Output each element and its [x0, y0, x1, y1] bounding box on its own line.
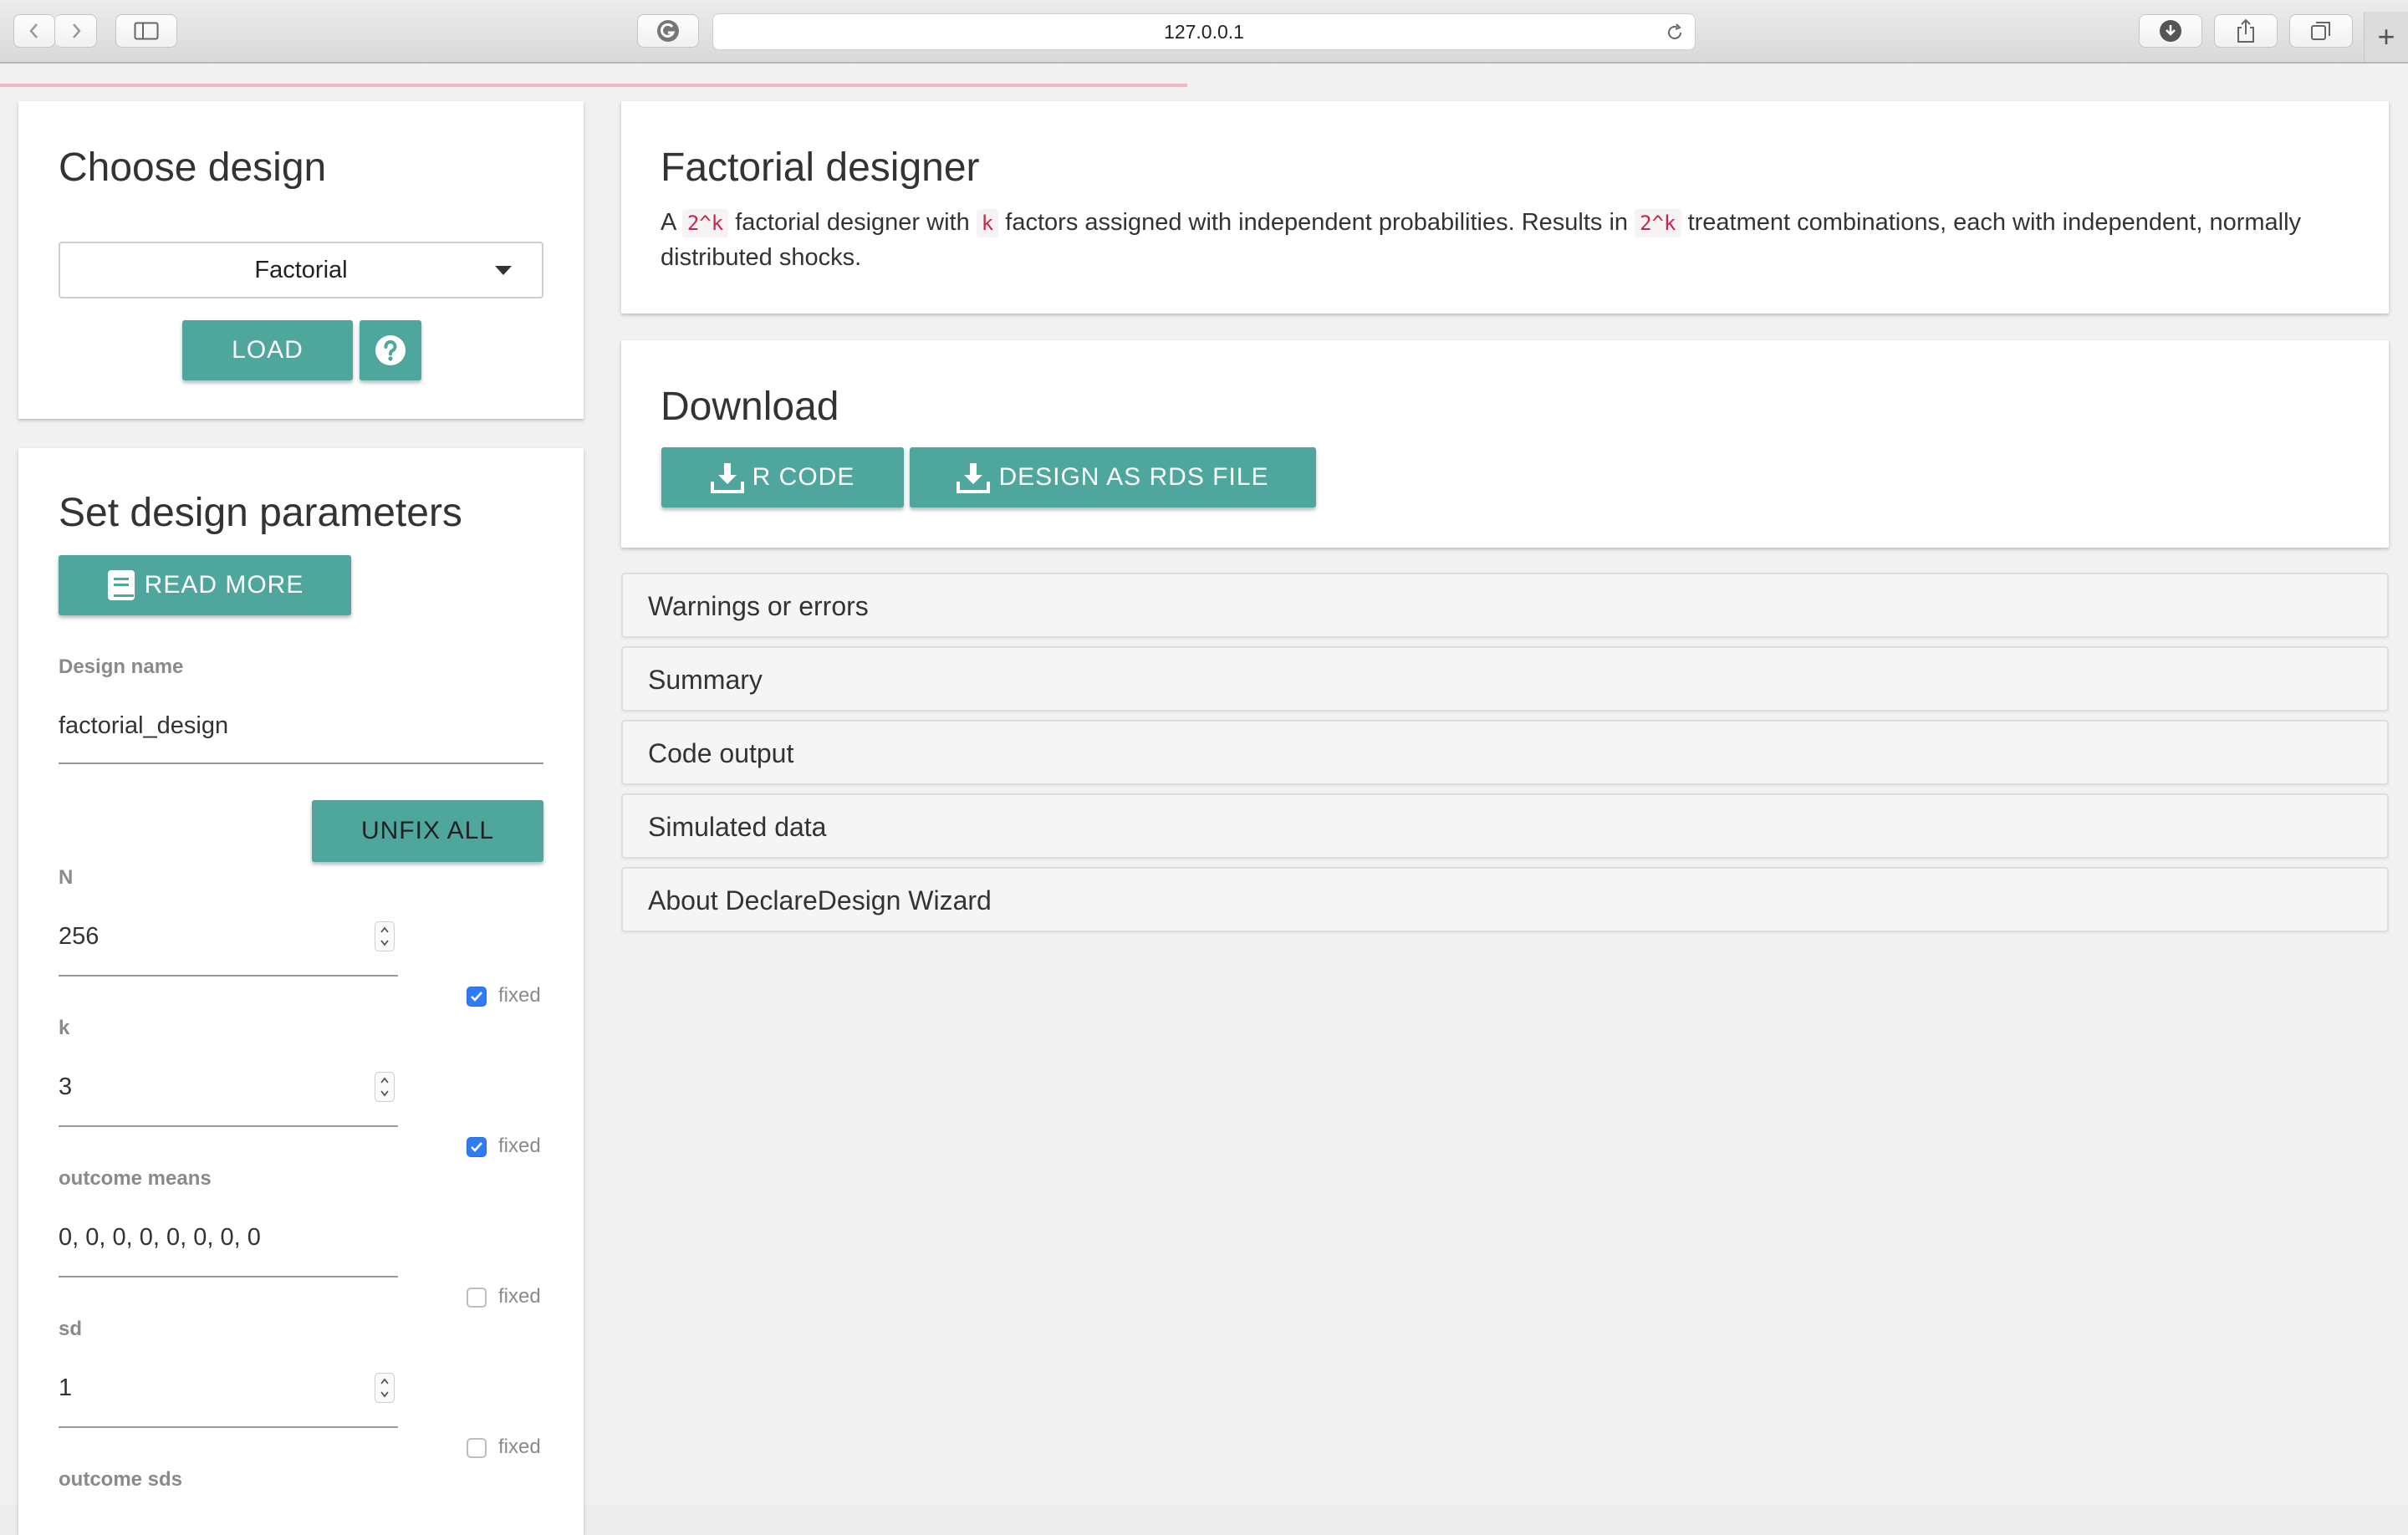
load-button-label: LOAD: [232, 336, 304, 364]
book-icon: [107, 570, 135, 600]
n-fixed-checkbox[interactable]: [467, 987, 487, 1007]
desc-text-1: A: [661, 209, 676, 236]
choose-design-card: Choose design Factorial LOAD: [18, 101, 584, 419]
grammarly-icon: [657, 20, 679, 42]
load-button[interactable]: LOAD: [182, 320, 353, 380]
download-icon: [957, 463, 991, 493]
parameters-title: Set design parameters: [59, 491, 462, 535]
panel-warnings[interactable]: Warnings or errors: [621, 573, 2389, 638]
outcome-means-fixed-checkbox[interactable]: [467, 1288, 487, 1308]
sd-label: sd: [59, 1318, 83, 1340]
panel-about[interactable]: About DeclareDesign Wizard: [621, 867, 2389, 932]
download-rds-button[interactable]: DESIGN AS RDS FILE: [910, 447, 1316, 507]
page-content: Choose design Factorial LOAD Set design …: [0, 64, 2408, 1535]
question-circle-icon: [375, 335, 406, 365]
share-icon: [2237, 18, 2254, 43]
downloads-button[interactable]: [2139, 14, 2202, 48]
design-name-label: Design name: [59, 655, 184, 678]
share-button[interactable]: [2214, 14, 2278, 48]
sidebar-toggle-button[interactable]: [115, 14, 177, 48]
stepper-arrows-icon: [380, 1077, 389, 1097]
outcome-means-underline: [59, 1276, 398, 1277]
stepper-arrows-icon: [380, 1378, 389, 1398]
download-icon: [2160, 20, 2181, 42]
forward-button[interactable]: [55, 14, 97, 48]
rds-label: DESIGN AS RDS FILE: [998, 463, 1269, 491]
panel-summary-title: Summary: [648, 665, 763, 695]
outcome-means-fixed-label: fixed: [498, 1285, 541, 1308]
panel-simulated-data-title: Simulated data: [648, 812, 827, 842]
unfix-all-label: UNFIX ALL: [360, 817, 495, 844]
extension-button[interactable]: [637, 14, 699, 48]
panel-code-output-title: Code output: [648, 738, 794, 768]
sd-underline: [59, 1426, 398, 1428]
outcome-means-input[interactable]: 0, 0, 0, 0, 0, 0, 0, 0: [59, 1224, 261, 1252]
read-more-label: READ MORE: [144, 571, 304, 599]
sd-fixed-checkbox[interactable]: [467, 1438, 487, 1458]
n-fixed-label: fixed: [498, 984, 541, 1007]
read-more-button[interactable]: READ MORE: [59, 555, 351, 615]
unfix-all-button[interactable]: UNFIX ALL: [312, 800, 543, 862]
n-stepper[interactable]: [375, 921, 395, 951]
page-load-progress: [0, 84, 1187, 87]
url-text: 127.0.0.1: [1164, 20, 1244, 43]
download-r-code-button[interactable]: R CODE: [661, 447, 904, 507]
download-icon: [710, 463, 744, 493]
panel-code-output[interactable]: Code output: [621, 720, 2389, 785]
checkmark-icon: [471, 992, 482, 1002]
panel-warnings-title: Warnings or errors: [648, 591, 869, 621]
n-underline: [59, 975, 398, 977]
design-name-underline: [59, 762, 543, 764]
k-underline: [59, 1125, 398, 1127]
download-title: Download: [661, 385, 839, 429]
plus-icon: +: [2377, 19, 2395, 54]
k-label: k: [59, 1017, 70, 1039]
choose-design-title: Choose design: [59, 145, 327, 190]
r-code-label: R CODE: [752, 463, 855, 491]
desc-text-3: factors assigned with independent probab…: [1005, 209, 1629, 236]
code-2k-second: 2^k: [1635, 209, 1681, 237]
caret-down-icon: [495, 266, 512, 275]
code-k: k: [976, 209, 999, 237]
k-fixed-label: fixed: [498, 1135, 541, 1157]
reload-icon[interactable]: [1665, 23, 1685, 43]
stepper-arrows-icon: [380, 926, 389, 946]
chevron-left-icon: [29, 23, 38, 38]
sidebar-icon: [134, 22, 159, 40]
sd-input[interactable]: 1: [59, 1374, 72, 1402]
designer-description: A 2^k factorial designer with k factors …: [661, 206, 2341, 275]
address-bar[interactable]: 127.0.0.1: [712, 13, 1696, 50]
outcome-sds-label: outcome sds: [59, 1468, 183, 1491]
n-input[interactable]: 256: [59, 923, 99, 951]
panel-simulated-data[interactable]: Simulated data: [621, 793, 2389, 859]
k-input[interactable]: 3: [59, 1073, 72, 1101]
code-2k: 2^k: [681, 209, 729, 237]
outcome-means-label: outcome means: [59, 1167, 212, 1190]
panel-summary[interactable]: Summary: [621, 646, 2389, 711]
chevron-right-icon: [72, 23, 81, 38]
help-button[interactable]: [360, 320, 421, 380]
design-name-input[interactable]: factorial_design: [59, 712, 228, 740]
designer-title: Factorial designer: [661, 145, 980, 190]
n-label: N: [59, 866, 74, 889]
new-tab-button[interactable]: +: [2364, 12, 2408, 62]
back-button[interactable]: [13, 14, 55, 48]
tabs-overview-button[interactable]: [2289, 14, 2353, 48]
design-select[interactable]: Factorial: [59, 242, 543, 298]
sd-stepper[interactable]: [375, 1373, 395, 1403]
design-select-value: Factorial: [254, 256, 348, 283]
k-fixed-checkbox[interactable]: [467, 1137, 487, 1157]
checkmark-icon: [471, 1142, 482, 1152]
panel-about-title: About DeclareDesign Wizard: [648, 885, 992, 915]
k-stepper[interactable]: [375, 1072, 395, 1102]
tabs-icon: [2311, 22, 2330, 40]
sd-fixed-label: fixed: [498, 1436, 541, 1458]
download-card: Download R CODE DESIGN AS RDS FILE: [621, 340, 2389, 548]
browser-toolbar: 127.0.0.1 +: [0, 0, 2408, 64]
desc-text-2: factorial designer with: [735, 209, 970, 236]
